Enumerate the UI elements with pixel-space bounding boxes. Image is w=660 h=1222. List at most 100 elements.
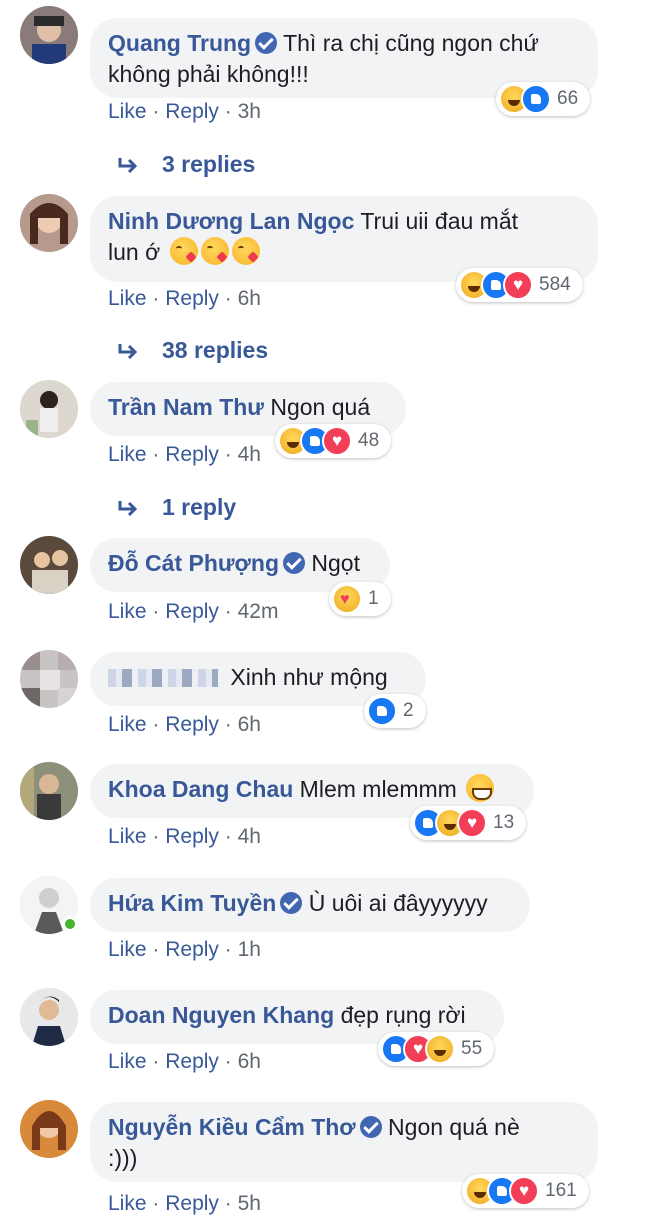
reply-link[interactable]: Reply xyxy=(165,1192,219,1215)
replies-count-label[interactable]: 38 replies xyxy=(162,337,268,364)
avatar[interactable] xyxy=(20,194,78,252)
commenter-name[interactable]: Đỗ Cát Phượng xyxy=(108,550,279,576)
reaction-summary[interactable]: 1 xyxy=(329,582,391,616)
comment-text: không phải không!!! xyxy=(108,61,309,87)
love-reaction-icon xyxy=(322,426,352,456)
avatar[interactable] xyxy=(20,1100,78,1158)
reaction-count: 584 xyxy=(539,274,571,295)
reply-link[interactable]: Reply xyxy=(165,713,219,736)
replies-count-label[interactable]: 1 reply xyxy=(162,494,236,521)
reaction-count: 66 xyxy=(557,88,579,109)
timestamp[interactable]: 5h xyxy=(238,1192,261,1215)
reply-link[interactable]: Reply xyxy=(165,938,219,961)
view-replies-link[interactable]: 3 replies xyxy=(118,151,255,178)
comment-text: lun ớ xyxy=(108,239,161,265)
timestamp[interactable]: 3h xyxy=(238,100,261,123)
avatar[interactable] xyxy=(20,988,78,1046)
comment-text: Trui uii đau mắt xyxy=(360,208,519,234)
grinning-face-emoji-icon xyxy=(466,774,495,802)
timestamp[interactable]: 42m xyxy=(238,600,279,623)
comment-text: Xinh như mộng xyxy=(230,664,388,690)
reply-arrow-icon xyxy=(118,500,138,516)
like-link[interactable]: Like xyxy=(108,1192,147,1215)
like-link[interactable]: Like xyxy=(108,1050,147,1073)
comment-actions: Like · Reply · 3h xyxy=(108,100,261,124)
like-link[interactable]: Like xyxy=(108,287,147,310)
commenter-name[interactable]: Doan Nguyen Khang xyxy=(108,1002,334,1028)
like-link[interactable]: Like xyxy=(108,600,147,623)
comment-actions: Like · Reply · 6h xyxy=(108,713,261,737)
like-link[interactable]: Like xyxy=(108,713,147,736)
avatar[interactable] xyxy=(20,6,78,64)
blurred-commenter-name[interactable] xyxy=(108,669,218,687)
reply-arrow-icon xyxy=(118,343,138,359)
comment-actions: Like · Reply · 4h xyxy=(108,443,261,467)
reaction-summary[interactable]: 66 xyxy=(496,82,591,116)
comment-text: :))) xyxy=(108,1145,138,1171)
reaction-count: 1 xyxy=(368,588,379,609)
comment-text: Ngon quá xyxy=(270,394,371,420)
replies-count-label[interactable]: 3 replies xyxy=(162,151,255,178)
separator: · xyxy=(152,443,160,466)
reaction-summary[interactable]: 48 xyxy=(275,424,392,458)
like-link[interactable]: Like xyxy=(108,443,147,466)
comment-actions: Like · Reply · 4h xyxy=(108,825,261,849)
separator: · xyxy=(224,600,232,623)
reaction-summary[interactable]: 2 xyxy=(364,694,426,728)
timestamp[interactable]: 6h xyxy=(238,713,261,736)
commenter-name[interactable]: Khoa Dang Chau xyxy=(108,776,293,802)
commenter-name[interactable]: Hứa Kim Tuyền xyxy=(108,890,276,916)
separator: · xyxy=(152,600,160,623)
verified-badge-icon xyxy=(359,1116,382,1138)
timestamp[interactable]: 4h xyxy=(238,825,261,848)
comment-actions: Like · Reply · 6h xyxy=(108,1050,261,1074)
reply-link[interactable]: Reply xyxy=(165,287,219,310)
avatar[interactable] xyxy=(20,762,78,820)
commenter-name[interactable]: Nguyễn Kiều Cẩm Thơ xyxy=(108,1114,356,1140)
reply-link[interactable]: Reply xyxy=(165,100,219,123)
separator: · xyxy=(152,1050,160,1073)
reaction-summary[interactable]: 161 xyxy=(462,1174,589,1208)
reply-link[interactable]: Reply xyxy=(165,443,219,466)
reply-arrow-icon xyxy=(118,157,138,173)
reply-link[interactable]: Reply xyxy=(165,600,219,623)
kissing-heart-emoji-icon xyxy=(231,237,260,265)
avatar[interactable] xyxy=(20,650,78,708)
separator: · xyxy=(224,1192,232,1215)
reply-link[interactable]: Reply xyxy=(165,825,219,848)
like-link[interactable]: Like xyxy=(108,100,147,123)
reaction-summary[interactable]: 55 xyxy=(378,1032,495,1066)
timestamp[interactable]: 1h xyxy=(238,938,261,961)
comment-text: Ngọt xyxy=(311,550,360,576)
comment-text: Thì ra chị cũng ngon chứ xyxy=(283,30,539,56)
commenter-name[interactable]: Quang Trung xyxy=(108,30,251,56)
avatar[interactable] xyxy=(20,536,78,594)
comment-bubble: Nguyễn Kiều Cẩm Thơ Ngon quá nè :))) xyxy=(90,1102,598,1182)
like-link[interactable]: Like xyxy=(108,825,147,848)
online-status-icon xyxy=(62,916,78,932)
reaction-count: 13 xyxy=(493,812,515,833)
separator: · xyxy=(224,938,232,961)
comment-actions: Like · Reply · 6h xyxy=(108,287,261,311)
verified-badge-icon xyxy=(255,32,278,54)
timestamp[interactable]: 4h xyxy=(238,443,261,466)
view-replies-link[interactable]: 38 replies xyxy=(118,337,268,364)
separator: · xyxy=(224,825,232,848)
commenter-name[interactable]: Trần Nam Thư xyxy=(108,394,264,420)
separator: · xyxy=(152,100,160,123)
separator: · xyxy=(152,938,160,961)
reaction-count: 48 xyxy=(358,430,380,451)
comment-text: Mlem mlemmm xyxy=(299,776,457,802)
separator: · xyxy=(152,287,160,310)
commenter-name[interactable]: Ninh Dương Lan Ngọc xyxy=(108,208,354,234)
love-reaction-icon xyxy=(509,1176,539,1206)
like-link[interactable]: Like xyxy=(108,938,147,961)
reaction-summary[interactable]: 584 xyxy=(456,268,583,302)
avatar[interactable] xyxy=(20,380,78,438)
reply-link[interactable]: Reply xyxy=(165,1050,219,1073)
view-replies-link[interactable]: 1 reply xyxy=(118,494,236,521)
timestamp[interactable]: 6h xyxy=(238,287,261,310)
love-reaction-icon xyxy=(503,270,533,300)
timestamp[interactable]: 6h xyxy=(238,1050,261,1073)
reaction-summary[interactable]: 13 xyxy=(410,806,527,840)
